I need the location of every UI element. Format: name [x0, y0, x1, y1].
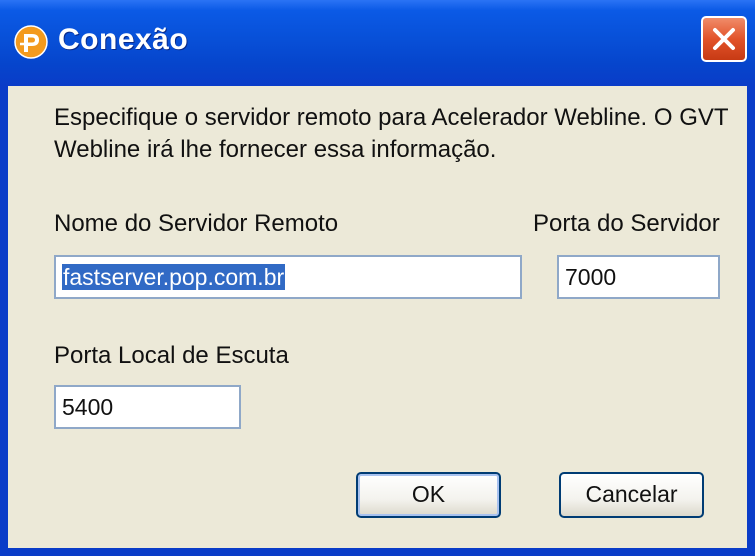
server-name-input[interactable]: fastserver.pop.com.br: [54, 255, 522, 299]
server-name-label: Nome do Servidor Remoto: [54, 210, 339, 237]
connection-dialog: Conexão Especifique o servidor remoto pa…: [0, 0, 755, 556]
server-port-label: Porta do Servidor: [533, 210, 720, 237]
server-port-input[interactable]: 7000: [557, 255, 720, 299]
window-title: Conexão: [58, 23, 189, 56]
description-text: Especifique o servidor remoto para Acele…: [54, 104, 729, 163]
title-bar[interactable]: Conexão: [0, 0, 755, 86]
close-button[interactable]: [701, 16, 747, 62]
local-port-input[interactable]: 5400: [54, 385, 241, 429]
server-name-value: fastserver.pop.com.br: [62, 264, 286, 290]
app-logo-icon: [14, 25, 48, 59]
close-icon: [713, 28, 735, 50]
local-port-label: Porta Local de Escuta: [54, 342, 289, 369]
ok-button[interactable]: OK: [356, 472, 501, 518]
cancel-button[interactable]: Cancelar: [559, 472, 704, 518]
dialog-body: Especifique o servidor remoto para Acele…: [8, 86, 747, 548]
